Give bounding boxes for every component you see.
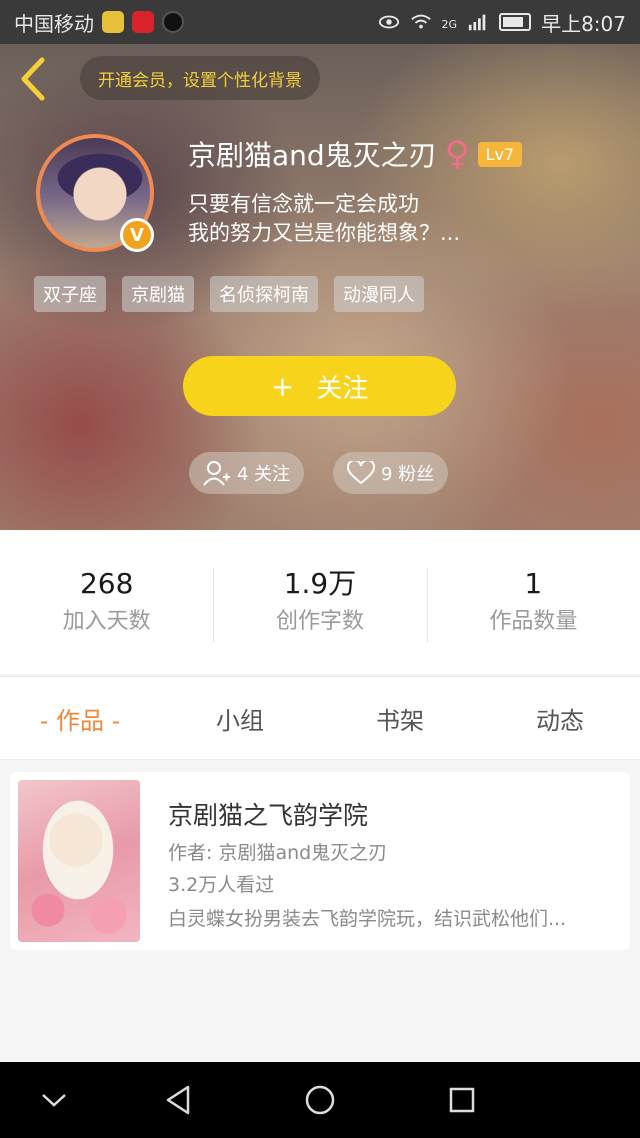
fans-count: 9 粉丝 (381, 464, 435, 485)
tag-item[interactable]: 动漫同人 (334, 276, 424, 312)
stat-value: 268 (79, 567, 134, 600)
wechat-icon (102, 11, 124, 33)
follow-button-label: 关注 (316, 373, 369, 404)
tab-activity[interactable]: 动态 (480, 701, 640, 736)
stat-word-count: 1.9万 创作字数 (213, 564, 426, 642)
verified-badge: V (120, 218, 154, 252)
bio-line: 我的努力又岂是你能想象？... (188, 221, 461, 245)
hide-nav-button[interactable] (34, 1080, 74, 1120)
tab-groups[interactable]: 小组 (160, 701, 320, 736)
circle-home-icon (305, 1085, 335, 1115)
signal-icon (468, 14, 486, 31)
heart-icon (347, 461, 375, 485)
eye-icon (378, 15, 399, 29)
stat-value: 1 (524, 567, 543, 600)
profile-tabs: - 作品 - 小组 书架 动态 (0, 676, 640, 760)
stat-join-days: 268 加入天数 (0, 564, 213, 640)
plus-icon: + (270, 369, 295, 403)
tab-bookshelf[interactable]: 书架 (320, 701, 480, 736)
female-gender-icon: ♀ (444, 134, 470, 174)
triangle-back-icon (166, 1085, 190, 1115)
xiaohongshu-icon (132, 11, 154, 33)
stat-label: 作品数量 (489, 609, 578, 634)
following-count: 4 关注 (237, 464, 291, 485)
stat-label: 创作字数 (275, 609, 364, 634)
tag-item[interactable]: 名侦探柯南 (210, 276, 318, 312)
chevron-down-icon (42, 1094, 66, 1107)
work-title[interactable]: 京剧猫之飞韵学院 (168, 796, 368, 832)
work-views: 3.2万人看过 (168, 874, 275, 896)
tag-item[interactable]: 双子座 (34, 276, 106, 312)
work-card[interactable]: 京剧猫之飞韵学院 作者: 京剧猫and鬼灭之刃 3.2万人看过 白灵蝶女扮男装去… (10, 772, 630, 950)
profile-header: 开通会员，设置个性化背景 V 京剧猫and鬼灭之刃 ♀ Lv7 只要有信念就一定… (0, 44, 640, 530)
status-bar: 中国移动 2G 早上8:07 (0, 0, 640, 44)
fans-count-button[interactable]: 9 粉丝 (333, 452, 449, 494)
bio-line: 只要有信念就一定会成功 (188, 192, 419, 216)
tag-list: 双子座 京剧猫 名侦探柯南 动漫同人 (34, 276, 424, 312)
stat-works-count: 1 作品数量 (426, 564, 640, 642)
bio: 只要有信念就一定会成功 我的努力又岂是你能想象？... (188, 190, 460, 248)
username: 京剧猫and鬼灭之刃 (188, 139, 437, 172)
stat-label: 加入天数 (62, 609, 151, 634)
level-badge: Lv7 (477, 141, 523, 167)
home-nav-button[interactable] (300, 1080, 340, 1120)
tag-item[interactable]: 京剧猫 (122, 276, 194, 312)
network-type-label: 2G (441, 17, 458, 31)
follow-button[interactable]: + 关注 (183, 356, 456, 416)
work-author: 作者: 京剧猫and鬼灭之刃 (168, 842, 388, 864)
back-button[interactable] (14, 56, 54, 102)
tab-works[interactable]: - 作品 - (0, 701, 160, 736)
vip-background-banner[interactable]: 开通会员，设置个性化背景 (80, 56, 320, 100)
stat-value: 1.9万 (283, 567, 357, 600)
system-nav-bar (0, 1062, 640, 1138)
battery-icon (499, 13, 532, 31)
tiktok-icon (162, 11, 184, 33)
square-recents-icon (449, 1087, 475, 1113)
work-cover-image[interactable] (18, 780, 140, 942)
following-count-button[interactable]: 4 关注 (189, 452, 305, 494)
work-description: 白灵蝶女扮男装去飞韵学院玩，结识武松他们... (168, 908, 567, 930)
wifi-icon (410, 14, 431, 29)
back-nav-button[interactable] (158, 1080, 198, 1120)
add-user-icon (203, 461, 230, 486)
carrier-label: 中国移动 (14, 11, 94, 36)
recents-nav-button[interactable] (442, 1080, 482, 1120)
stats-bar: 268 加入天数 1.9万 创作字数 1 作品数量 (0, 530, 640, 674)
chevron-left-icon (21, 57, 45, 101)
time-label: 早上8:07 (541, 11, 626, 36)
username-row: 京剧猫and鬼灭之刃 ♀ Lv7 (188, 134, 523, 174)
